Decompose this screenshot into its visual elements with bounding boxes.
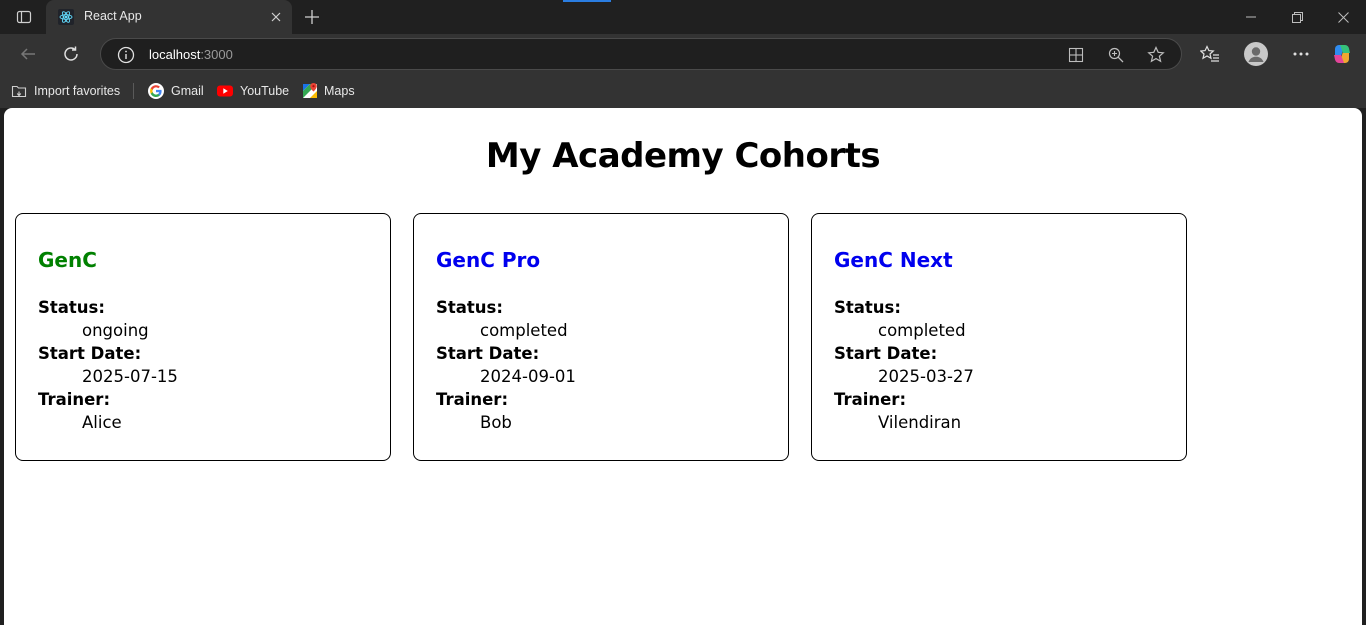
cohort-name: GenC [38, 248, 97, 272]
site-info-icon[interactable] [117, 46, 135, 64]
bookmarks-bar: Import favorites Gmail YouTube Maps [0, 74, 1366, 108]
apps-icon [1068, 47, 1084, 63]
tab-title: React App [84, 9, 142, 23]
sidebar-icon [16, 10, 32, 24]
tab-drag-indicator [563, 0, 611, 2]
bookmark-maps[interactable]: Maps [303, 82, 355, 100]
tab-actions-button[interactable] [10, 6, 38, 28]
restore-button[interactable] [1288, 8, 1306, 26]
favorites-button[interactable] [1199, 43, 1221, 65]
page-title: My Academy Cohorts [485, 136, 881, 176]
zoom-button[interactable] [1107, 46, 1125, 64]
refresh-icon [64, 46, 78, 61]
bookmarks-divider [133, 83, 134, 99]
status-value: ongoing [82, 321, 149, 340]
url-host: localhost [149, 47, 201, 62]
new-tab-button[interactable] [302, 7, 322, 27]
trainer-value: Vilendiran [878, 413, 962, 432]
start-date-value: 2025-07-15 [82, 367, 178, 386]
status-label: Status: [38, 298, 105, 317]
youtube-icon [217, 85, 233, 97]
react-icon [58, 9, 74, 25]
zoom-icon [1108, 47, 1124, 63]
bookmark-label: Gmail [171, 84, 204, 98]
status-label: Status: [436, 298, 503, 317]
settings-more-button[interactable] [1290, 43, 1312, 65]
start-date-label: Start Date: [436, 344, 540, 363]
star-icon [1147, 46, 1165, 63]
status-value: completed [480, 321, 568, 340]
more-icon [1293, 52, 1309, 56]
trainer-value: Alice [82, 413, 122, 432]
bookmark-label: Maps [324, 84, 355, 98]
import-icon [11, 85, 27, 98]
start-date-value: 2024-09-01 [480, 367, 576, 386]
cohort-card: GenC Status: ongoing Start Date: 2025-07… [15, 213, 391, 461]
trainer-value: Bob [480, 413, 512, 432]
cohort-card: GenC Pro Status: completed Start Date: 2… [413, 213, 789, 461]
app-available-button[interactable] [1067, 46, 1085, 64]
navigation-toolbar: localhost:3000 [0, 34, 1366, 74]
cohort-name: GenC Pro [436, 248, 541, 272]
back-arrow-icon [20, 48, 35, 60]
start-date-label: Start Date: [834, 344, 938, 363]
cohort-card: GenC Next Status: completed Start Date: … [811, 213, 1187, 461]
trainer-label: Trainer: [38, 390, 111, 409]
profile-button[interactable] [1244, 42, 1268, 66]
restore-icon [1291, 11, 1303, 23]
bookmark-import-favorites[interactable]: Import favorites [11, 82, 120, 100]
cohort-details: Status: completed Start Date: 2025-03-27… [834, 296, 974, 434]
plus-icon [305, 10, 319, 24]
avatar-icon [1244, 42, 1268, 66]
status-label: Status: [834, 298, 901, 317]
favorites-star-list-icon [1200, 45, 1219, 62]
bookmark-label: Import favorites [34, 84, 121, 98]
cohort-details: Status: ongoing Start Date: 2025-07-15 T… [38, 296, 178, 434]
favorite-button[interactable] [1147, 46, 1165, 64]
trainer-label: Trainer: [834, 390, 907, 409]
close-window-icon [1337, 11, 1349, 23]
back-button[interactable] [17, 43, 39, 65]
address-bar[interactable]: localhost:3000 [100, 38, 1182, 70]
google-icon [148, 83, 164, 99]
status-value: completed [878, 321, 966, 340]
tab-close-button[interactable] [268, 9, 284, 25]
close-window-button[interactable] [1334, 8, 1352, 26]
copilot-button[interactable] [1331, 43, 1353, 65]
url-text[interactable]: localhost:3000 [149, 47, 233, 62]
tab-bar: React App [0, 0, 1366, 34]
bookmark-label: YouTube [240, 84, 290, 98]
bookmark-gmail[interactable]: Gmail [148, 82, 204, 100]
copilot-icon [1334, 45, 1350, 63]
maps-icon [303, 83, 317, 98]
cohort-details: Status: completed Start Date: 2024-09-01… [436, 296, 576, 434]
close-icon [271, 12, 281, 22]
minimize-button[interactable] [1242, 8, 1260, 26]
cohort-name: GenC Next [834, 248, 953, 272]
url-port: :3000 [200, 47, 233, 62]
bookmark-youtube[interactable]: YouTube [217, 82, 289, 100]
start-date-label: Start Date: [38, 344, 142, 363]
page-viewport: My Academy Cohorts GenC Status: ongoing … [4, 108, 1362, 625]
start-date-value: 2025-03-27 [878, 367, 974, 386]
minimize-icon [1246, 16, 1256, 18]
trainer-label: Trainer: [436, 390, 509, 409]
refresh-button[interactable] [60, 43, 82, 65]
tab-active[interactable]: React App [46, 0, 292, 34]
